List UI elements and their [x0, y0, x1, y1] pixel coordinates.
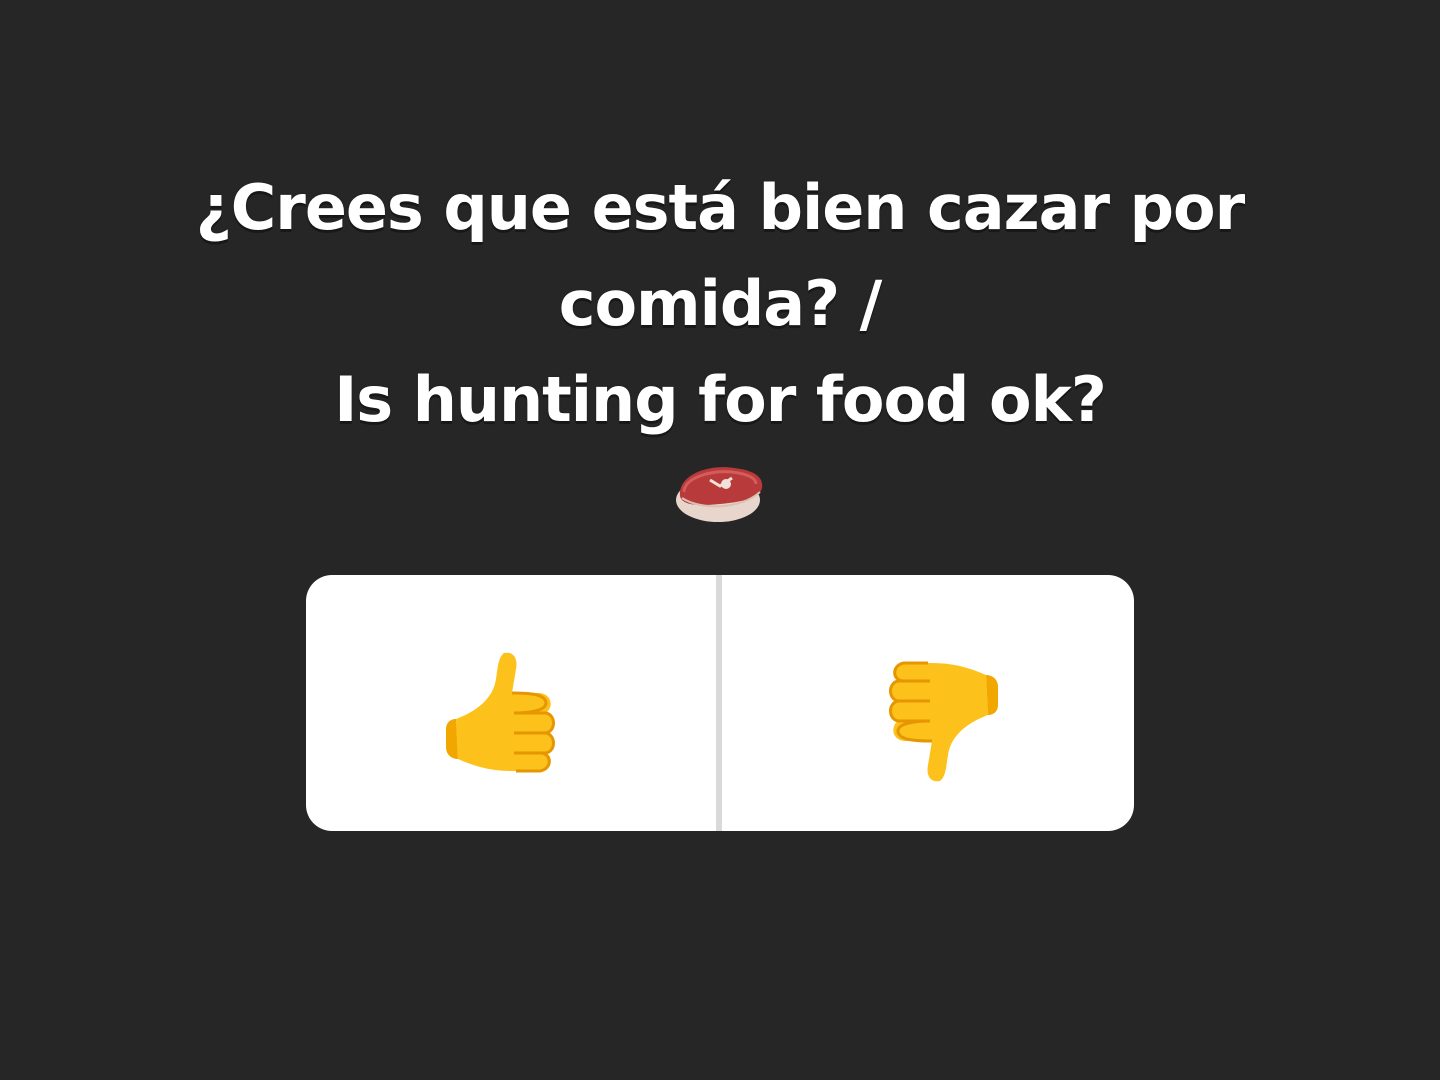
poll-option-no[interactable]: [722, 575, 1134, 831]
steak-icon: [670, 456, 770, 528]
poll-option-yes[interactable]: [306, 575, 716, 831]
poll-card: [306, 575, 1134, 831]
poll-question: ¿Crees que está bien cazar por comida? /…: [100, 160, 1340, 448]
question-line-english: Is hunting for food ok?: [334, 363, 1107, 436]
thumbs-down-icon: [889, 661, 998, 782]
thumbs-up-icon: [446, 652, 555, 773]
question-line-spanish-1: ¿Crees que está bien cazar por: [195, 171, 1245, 244]
question-line-spanish-2: comida? /: [558, 267, 883, 340]
